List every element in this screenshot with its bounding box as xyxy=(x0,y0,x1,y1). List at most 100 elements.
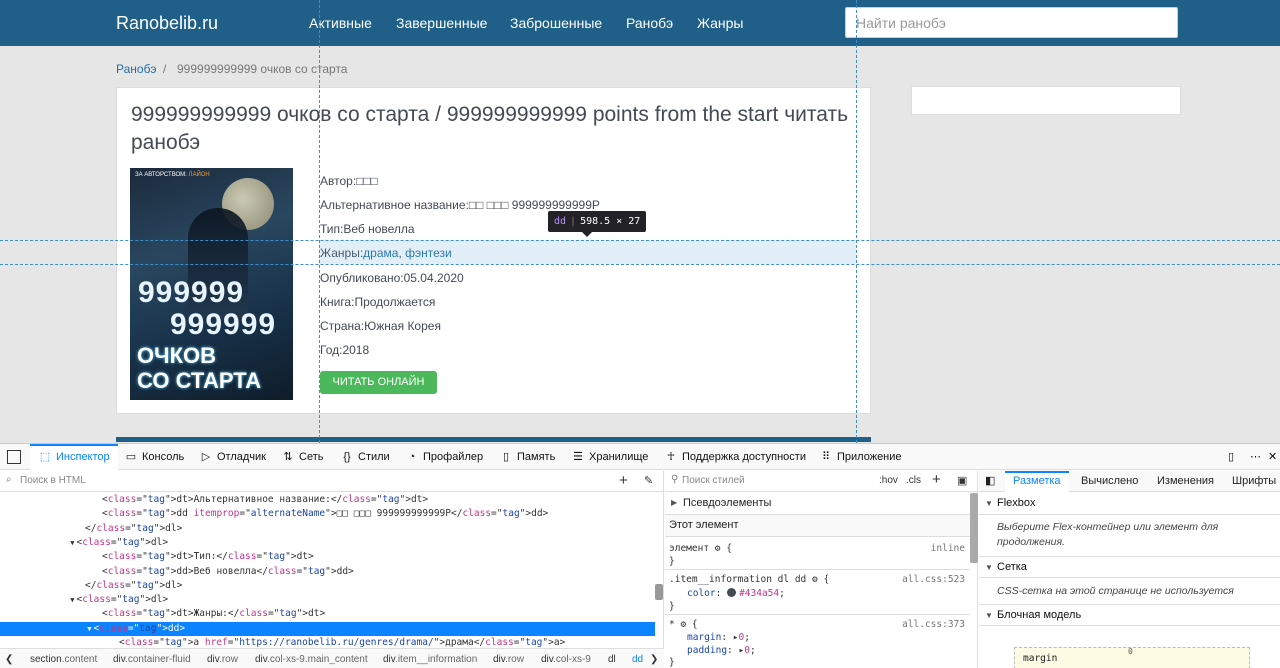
markup-node-line[interactable]: <class="tag">dd>Веб новелла</class="tag"… xyxy=(0,565,655,579)
responsive-mode-icon[interactable]: ▯ xyxy=(1228,444,1234,470)
tab-profiler[interactable]: ◔ Профайлер xyxy=(405,444,483,470)
add-node-icon[interactable]: + xyxy=(619,472,628,489)
rule2-source[interactable]: all.css:523 xyxy=(902,574,965,585)
rules-scrollbar[interactable] xyxy=(970,493,978,563)
inspector-guide-right xyxy=(856,0,857,443)
site-brand[interactable]: Ranobelib.ru xyxy=(116,13,218,34)
inspector-guide-top xyxy=(0,240,1280,241)
box-model-margin-top[interactable]: 0 xyxy=(1128,647,1133,656)
rule2-gear-icon[interactable]: ⚙ xyxy=(812,574,818,585)
markup-node-line[interactable]: <class="tag">dt>Альтернативное название:… xyxy=(0,493,655,507)
cover-title-1: ОЧКОВ xyxy=(137,343,216,368)
breadcrumb-node[interactable]: div.col-xs-9 xyxy=(541,654,591,665)
markup-scrollbar[interactable] xyxy=(655,584,663,600)
rule2-selector-text: .item__information dl dd xyxy=(669,574,807,585)
sidebar-box xyxy=(911,86,1181,115)
markup-node-line[interactable]: ▼ <class="tag">dl> xyxy=(0,593,655,607)
tab-console[interactable]: ▭ Консоль xyxy=(124,444,184,470)
cls-toggle[interactable]: .cls xyxy=(906,475,921,486)
breadcrumb-node[interactable]: div.item__information xyxy=(383,654,477,665)
cover-number-1: 999999 xyxy=(138,276,245,309)
print-media-icon[interactable]: ▣ xyxy=(957,474,967,487)
tab-debugger[interactable]: ▷ Отладчик xyxy=(199,444,266,470)
color-swatch-icon[interactable] xyxy=(727,588,737,597)
rule2-prop: color xyxy=(687,588,716,599)
html-search-input[interactable]: ⌕ Поиск в HTML + ✎ xyxy=(0,471,664,492)
rule3-gear-icon[interactable]: ⚙ xyxy=(680,619,686,630)
box-model-section-header[interactable]: ▼ Блочная модель xyxy=(979,604,1280,626)
markup-node-line[interactable]: <class="tag">dt>Тип:</class="tag">dt> xyxy=(0,550,655,564)
tab-computed[interactable]: Вычислено xyxy=(1081,471,1138,492)
tab-storage[interactable]: ☰ Хранилище xyxy=(571,444,648,470)
rule3-declaration-margin[interactable]: margin: ▸0; xyxy=(687,632,750,643)
markup-node-line[interactable]: ▼ <class="tag">dd> xyxy=(0,621,655,636)
rule2-declaration[interactable]: color: #434a54; xyxy=(687,588,785,599)
tab-accessibility-label: Поддержка доступности xyxy=(682,451,806,463)
nav-item-abandoned[interactable]: Заброшенные xyxy=(510,15,602,31)
read-online-button[interactable]: ЧИТАТЬ ОНЛАЙН xyxy=(320,371,437,394)
flexbox-section-label: Flexbox xyxy=(997,497,1036,509)
pseudo-elements-toggle[interactable]: ▶ Псевдоэлементы xyxy=(665,493,970,515)
tab-inspector[interactable]: ⬚ Инспектор xyxy=(30,444,118,470)
devtools-toolbar: ⬚ Инспектор ▭ Консоль ▷ Отладчик ⇅ Сеть {} Ст… xyxy=(0,444,1280,470)
rule3-declaration-padding[interactable]: padding: ▸0; xyxy=(687,645,756,656)
rule3-source[interactable]: all.css:373 xyxy=(902,619,965,630)
info-author: Автор:□□□ xyxy=(320,174,378,188)
markup-node-line[interactable]: </class="tag">dl> xyxy=(0,579,655,593)
tab-styles[interactable]: {} Стили xyxy=(340,444,389,470)
tab-application[interactable]: ⠿ Приложение xyxy=(819,444,902,470)
flexbox-hint: Выберите Flex-контейнер или элемент для … xyxy=(997,521,1219,548)
markup-node-line[interactable]: <class="tag">dd itemprop="alternateName"… xyxy=(0,507,655,521)
markup-node-line[interactable]: </class="tag">dl> xyxy=(0,522,655,536)
breadcrumb-node[interactable]: div.row xyxy=(493,654,524,665)
breadcrumb-node[interactable]: dl xyxy=(608,654,616,665)
nav-item-genres[interactable]: Жанры xyxy=(697,15,743,31)
rule-separator xyxy=(665,569,970,570)
node-toggle-icon[interactable]: ▼ xyxy=(0,536,77,550)
breadcrumb-node[interactable]: dd xyxy=(632,654,643,665)
info-country: Страна:Южная Корея xyxy=(320,319,441,333)
more-options-icon[interactable]: ⋯ xyxy=(1250,444,1261,470)
node-toggle-icon[interactable]: ▼ xyxy=(0,593,77,607)
rule1-gear-icon[interactable]: ⚙ xyxy=(715,543,721,554)
rule2-close: } xyxy=(669,601,675,612)
novel-cover[interactable]: ЗА АВТОРСТВОМ: ЛАЙОН 999999 999999 ОЧКОВ… xyxy=(130,168,293,400)
network-icon: ⇅ xyxy=(283,451,293,463)
breadcrumbs-back-icon[interactable]: ❮ xyxy=(5,654,13,665)
markup-node-line[interactable]: ▼ <class="tag">dl> xyxy=(0,536,655,550)
breadcrumb-node[interactable]: div.container-fluid xyxy=(113,654,191,665)
eyedropper-icon[interactable]: ✎ xyxy=(644,474,653,487)
node-toggle-icon[interactable]: ▼ xyxy=(0,622,94,636)
close-devtools-icon[interactable]: ✕ xyxy=(1268,444,1277,470)
inspector-guide-left xyxy=(319,0,320,443)
grid-section-header[interactable]: ▼ Сетка xyxy=(979,556,1280,578)
rule1-source[interactable]: inline xyxy=(931,543,965,554)
sidebar-toggle-icon[interactable]: ◧ xyxy=(985,471,995,492)
styles-filter-input[interactable]: ⚲ Поиск стилей :hov .cls + ▣ xyxy=(665,471,978,492)
info-country-label: Страна: xyxy=(320,319,365,333)
breadcrumbs-forward-icon[interactable]: ❯ xyxy=(650,654,658,665)
tab-changes[interactable]: Изменения xyxy=(1157,471,1214,492)
hov-toggle[interactable]: :hov xyxy=(879,475,898,486)
tab-memory[interactable]: ▯ Память xyxy=(499,444,555,470)
markup-node-line[interactable]: <class="tag">dt>Жанры:</class="tag">dt> xyxy=(0,607,655,621)
markup-view: ⌕ Поиск в HTML + ✎ <class="tag">dt>Альте… xyxy=(0,471,664,668)
tab-layout[interactable]: Разметка xyxy=(1005,471,1069,492)
styles-icon: {} xyxy=(343,451,351,463)
tab-fonts[interactable]: Шрифты xyxy=(1232,471,1276,492)
tab-network[interactable]: ⇅ Сеть xyxy=(281,444,323,470)
site-search-input[interactable]: Найти ранобэ xyxy=(845,7,1178,38)
breadcrumb-node[interactable]: div.row xyxy=(207,654,238,665)
nav-item-ranobe[interactable]: Ранобэ xyxy=(626,15,673,31)
add-rule-icon[interactable]: + xyxy=(932,471,941,488)
inspector-highlight-box xyxy=(319,240,856,264)
element-picker-icon[interactable] xyxy=(7,450,21,464)
flexbox-section-header[interactable]: ▼ Flexbox xyxy=(979,493,1280,515)
breadcrumb-node[interactable]: section.content xyxy=(30,654,97,665)
tab-accessibility[interactable]: ☥ Поддержка доступности xyxy=(664,444,806,470)
memory-icon: ▯ xyxy=(502,451,510,463)
breadcrumb-node[interactable]: div.col-xs-9.main_content xyxy=(255,654,368,665)
breadcrumb-ranobe[interactable]: Ранобэ xyxy=(116,62,156,76)
grid-hint: CSS-сетка на этой странице не использует… xyxy=(997,585,1234,597)
nav-item-completed[interactable]: Завершенные xyxy=(396,15,487,31)
